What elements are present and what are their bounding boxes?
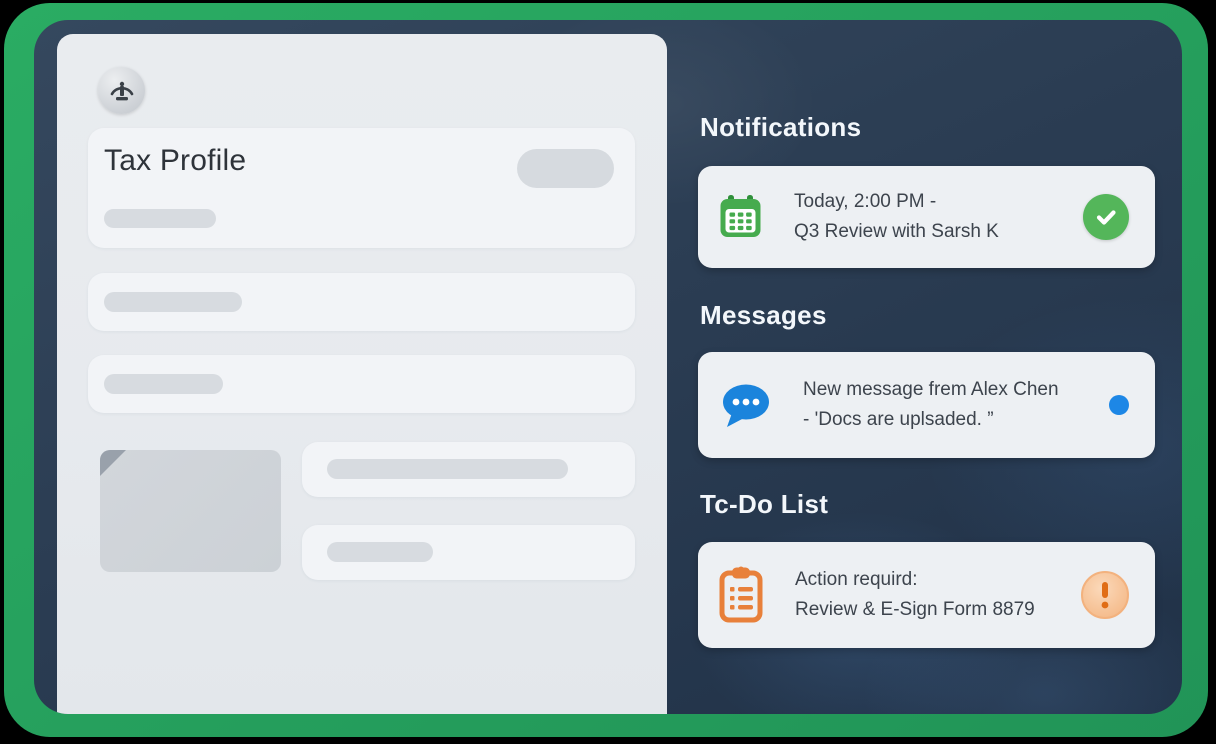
chat-bubble-icon [718,381,772,429]
notification-text: Today, 2:00 PM - Q3 Review with Sarsh K [794,187,999,247]
notification-line1: Today, 2:00 PM - [794,187,999,217]
form-field-row[interactable] [302,525,635,580]
alert-circle-icon [1081,571,1129,619]
todo-card[interactable]: Action requird: Review & E-Sign Form 887… [698,542,1155,648]
todo-text: Action requird: Review & E-Sign Form 887… [795,565,1035,625]
gavel-badge-icon[interactable] [98,67,145,114]
app-window: Tax Profile Notifications [34,20,1182,714]
message-card[interactable]: New message frem Alex Chen - 'Docs are u… [698,352,1155,458]
message-line2: - 'Docs are uplsaded. ” [803,405,1059,435]
todo-line1: Action requird: [795,565,1035,595]
document-thumbnail[interactable] [100,450,281,572]
page-title: Tax Profile [104,144,246,178]
gavel-glyph [108,77,136,105]
placeholder-bar [327,542,433,562]
notification-line2: Q3 Review with Sarsh K [794,217,999,247]
unread-dot [1109,395,1129,415]
placeholder-bar [104,374,223,394]
placeholder-bar [104,209,216,228]
notifications-heading: Notifications [700,112,1140,143]
form-field-row[interactable] [88,355,635,413]
calendar-icon [718,194,763,240]
todo-line2: Review & E-Sign Form 8879 [795,595,1035,625]
placeholder-bar [104,292,242,312]
placeholder-bar [327,459,568,479]
check-circle-icon [1083,194,1129,240]
profile-action-pill[interactable] [517,149,614,188]
message-line1: New message frem Alex Chen [803,375,1059,405]
todo-heading: Tc-Do List [700,489,1140,520]
clipboard-icon [718,566,764,624]
form-field-row[interactable] [302,442,635,497]
screen: Tax Profile Notifications [0,0,1216,744]
messages-heading: Messages [700,300,1140,331]
form-field-row[interactable] [88,273,635,331]
tax-profile-panel: Tax Profile [57,34,667,714]
profile-card: Tax Profile [88,128,635,248]
notification-card[interactable]: Today, 2:00 PM - Q3 Review with Sarsh K [698,166,1155,268]
message-text: New message frem Alex Chen - 'Docs are u… [803,375,1059,435]
